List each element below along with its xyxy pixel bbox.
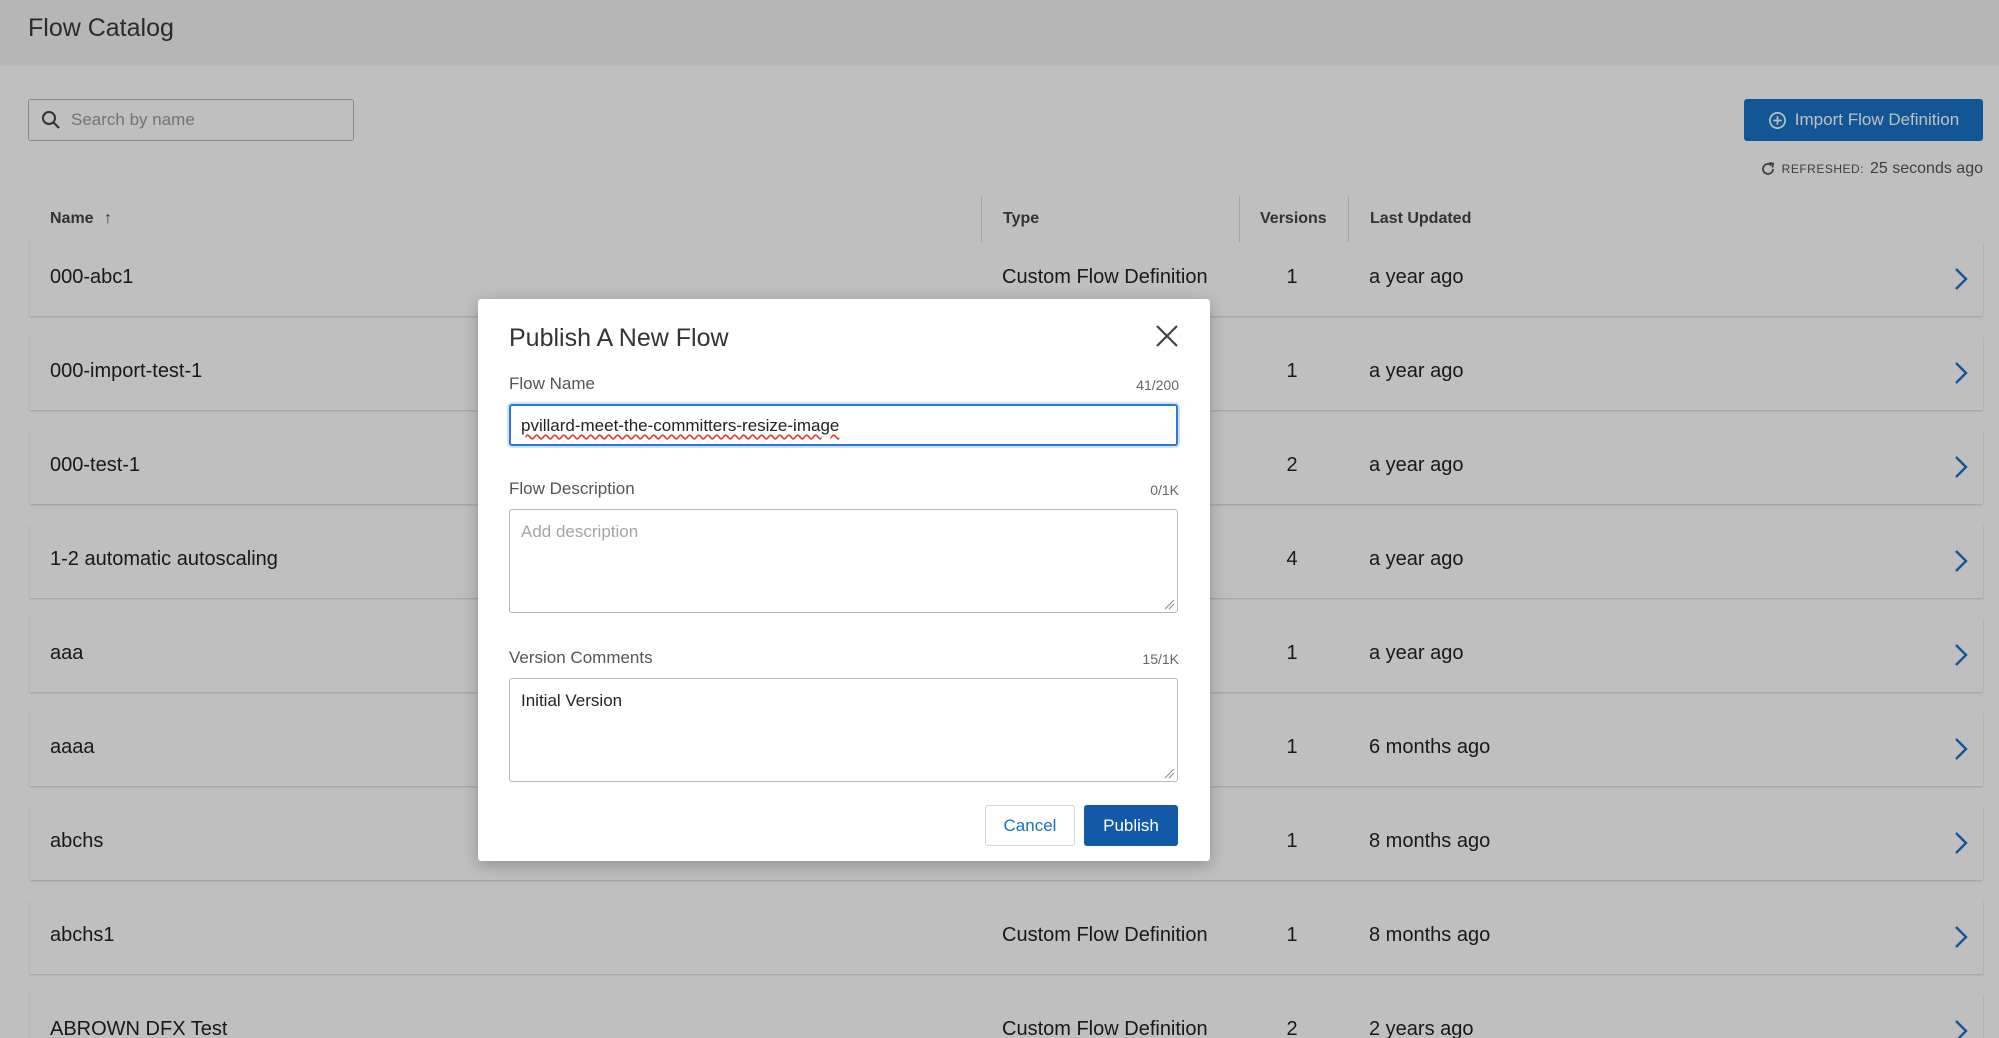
version-comments-textarea[interactable]: Initial Version <box>509 678 1178 782</box>
cancel-button[interactable]: Cancel <box>985 805 1075 846</box>
dialog-title: Publish A New Flow <box>509 324 729 352</box>
flow-description-placeholder: Add description <box>521 522 639 541</box>
flow-description-label: Flow Description <box>509 479 635 498</box>
flow-description-textarea[interactable]: Add description <box>509 509 1178 613</box>
flow-description-char-count: 0/1K <box>1150 482 1179 498</box>
publish-button[interactable]: Publish <box>1084 805 1178 846</box>
publish-flow-dialog: Publish A New Flow Flow Name 41/200 pvil… <box>478 299 1210 861</box>
close-icon <box>1156 325 1178 347</box>
version-comments-char-count: 15/1K <box>1142 651 1179 667</box>
version-comments-label: Version Comments <box>509 648 653 667</box>
flow-name-char-count: 41/200 <box>1136 377 1179 393</box>
flow-name-value: pvillard-meet-the-committers-resize-imag… <box>521 416 840 435</box>
resize-handle-icon[interactable] <box>1163 598 1175 610</box>
close-button[interactable] <box>1153 323 1181 351</box>
flow-name-input[interactable]: pvillard-meet-the-committers-resize-imag… <box>509 404 1178 446</box>
resize-handle-icon[interactable] <box>1163 767 1175 779</box>
version-comments-value: Initial Version <box>521 691 623 710</box>
flow-name-label: Flow Name <box>509 374 595 393</box>
